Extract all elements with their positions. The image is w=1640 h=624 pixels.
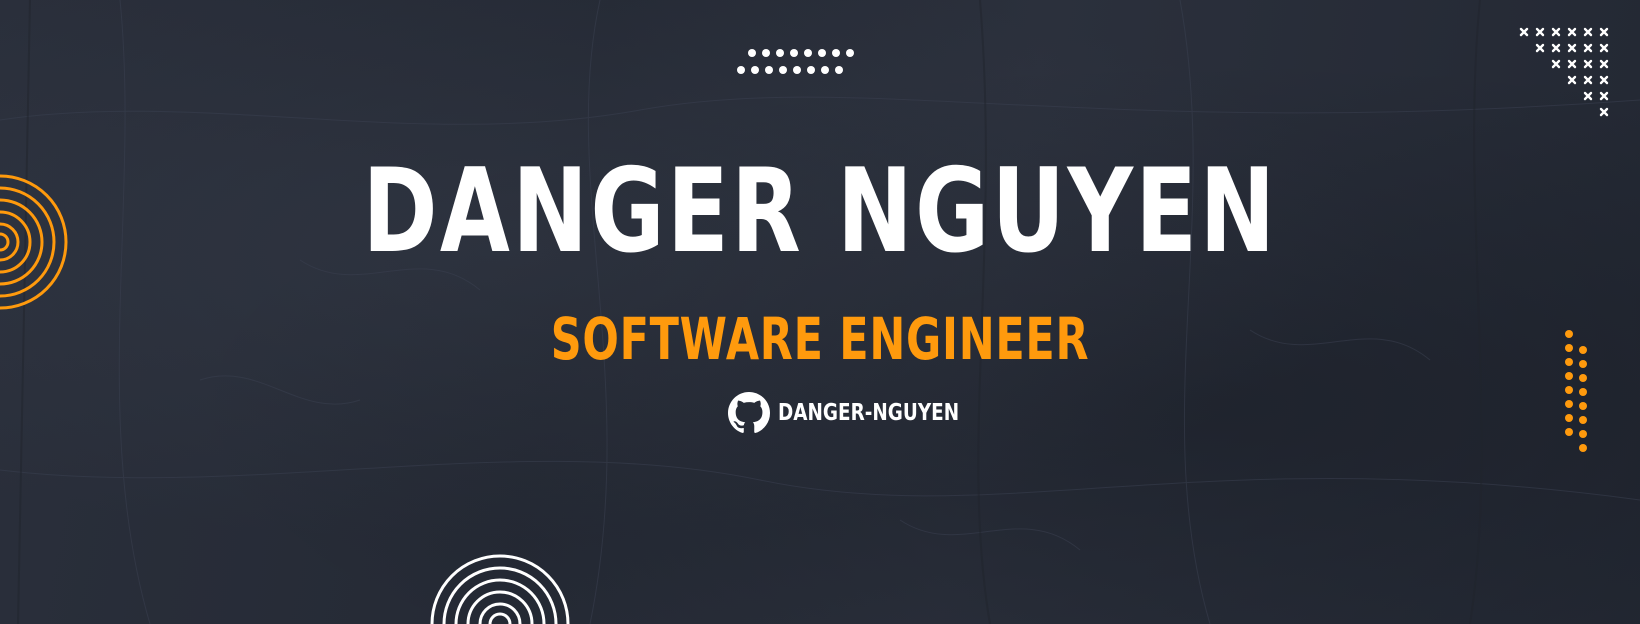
- orange-spiral: [0, 174, 68, 310]
- banner-name: DANGER NGUYEN: [362, 144, 1278, 279]
- github-icon: [728, 392, 770, 433]
- banner-job-title: SOFTWARE ENGINEER: [550, 305, 1090, 373]
- orange-dot-column: [1565, 330, 1587, 452]
- github-link[interactable]: DANGER-NGUYEN: [728, 392, 1004, 434]
- white-dot-grid: [737, 49, 854, 74]
- github-handle: DANGER-NGUYEN: [778, 400, 960, 426]
- white-spiral: [430, 554, 570, 624]
- profile-banner: DANGER NGUYEN SOFTWARE ENGINEER DANGER-N…: [0, 0, 1640, 624]
- white-cross-grid: [1519, 27, 1609, 117]
